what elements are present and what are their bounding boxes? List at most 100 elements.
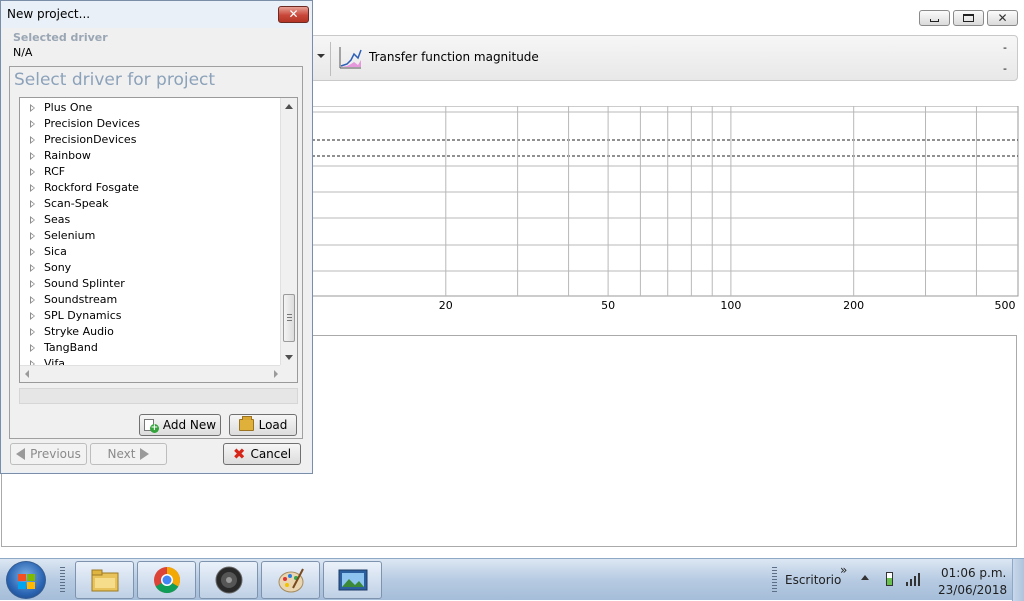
taskbar-gripper[interactable] xyxy=(60,567,65,593)
arrow-left-icon xyxy=(16,448,26,460)
start-button[interactable] xyxy=(6,561,46,599)
tree-item[interactable]: Plus One xyxy=(20,100,282,116)
load-button[interactable]: Load xyxy=(229,414,297,436)
scroll-right-icon[interactable] xyxy=(274,370,278,378)
scrollbar-thumb[interactable] xyxy=(283,294,295,342)
vertical-scrollbar[interactable] xyxy=(280,98,297,366)
tree-item-label: Stryke Audio xyxy=(44,325,114,338)
close-window-button[interactable]: ✕ xyxy=(987,10,1018,26)
expand-arrow-icon[interactable] xyxy=(30,248,35,256)
picture-icon xyxy=(338,569,367,591)
taskbar-explorer[interactable] xyxy=(75,561,134,599)
x-tick-label: 500 xyxy=(995,299,1016,312)
tree-item[interactable]: Sound Splinter xyxy=(20,276,282,292)
taskbar-chrome[interactable] xyxy=(137,561,196,599)
next-button[interactable]: Next xyxy=(90,443,167,465)
clock-date[interactable]: 23/06/2018 xyxy=(938,583,1007,597)
tree-item[interactable]: Sony xyxy=(20,260,282,276)
tree-item[interactable]: SPL Dynamics xyxy=(20,308,282,324)
chevron-down-icon[interactable] xyxy=(317,54,325,58)
minimize-icon xyxy=(930,19,939,22)
maximize-button[interactable] xyxy=(953,10,984,26)
chrome-icon xyxy=(153,567,180,594)
next-label: Next xyxy=(107,447,136,461)
new-project-dialog: New project... ✕ Selected driver N/A Sel… xyxy=(0,0,313,474)
tree-item[interactable]: Scan-Speak xyxy=(20,196,282,212)
expand-arrow-icon[interactable] xyxy=(30,280,35,288)
scroll-down-icon[interactable] xyxy=(285,355,293,360)
expand-arrow-icon[interactable] xyxy=(30,120,35,128)
tree-item-label: Scan-Speak xyxy=(44,197,109,210)
windows-logo-icon xyxy=(18,574,26,581)
show-desktop-button[interactable] xyxy=(1012,559,1024,601)
tree-item[interactable]: Stryke Audio xyxy=(20,324,282,340)
tree-item-label: SPL Dynamics xyxy=(44,309,122,322)
taskbar-speaker-app[interactable] xyxy=(199,561,258,599)
scroll-up-icon[interactable] xyxy=(285,104,293,109)
progress-strip xyxy=(19,388,298,404)
tree-item[interactable]: Rainbow xyxy=(20,148,282,164)
tree-item[interactable]: RCF xyxy=(20,164,282,180)
desktop-toolbar-label[interactable]: Escritorio xyxy=(785,573,841,587)
speaker-icon xyxy=(215,566,242,594)
tree-item[interactable]: TangBand xyxy=(20,340,282,356)
add-new-button[interactable]: + Add New xyxy=(139,414,221,436)
expand-arrow-icon[interactable] xyxy=(30,168,35,176)
dialog-close-button[interactable]: ✕ xyxy=(278,6,309,23)
network-signal-icon[interactable] xyxy=(905,572,923,586)
x-tick-label: 100 xyxy=(720,299,741,312)
tree-item-label: RCF xyxy=(44,165,66,178)
tree-item[interactable]: PrecisionDevices xyxy=(20,132,282,148)
expand-arrow-icon[interactable] xyxy=(30,216,35,224)
transfer-function-plot: 20 50 100 200 500 xyxy=(311,105,1019,320)
driver-tree: Plus One Precision Devices PrecisionDevice… xyxy=(19,97,298,383)
expand-arrow-icon[interactable] xyxy=(30,232,35,240)
tree-item[interactable]: Precision Devices xyxy=(20,116,282,132)
select-driver-group: Select driver for project Plus One Precis… xyxy=(9,66,303,439)
clock-time[interactable]: 01:06 p.m. xyxy=(941,566,1006,580)
expand-arrow-icon[interactable] xyxy=(30,328,35,336)
tree-item-label: Sica xyxy=(44,245,67,258)
tree-item[interactable]: Seas xyxy=(20,212,282,228)
expand-arrow-icon[interactable] xyxy=(30,152,35,160)
previous-button[interactable]: Previous xyxy=(10,443,87,465)
close-icon: ✕ xyxy=(288,7,299,21)
tree-item[interactable]: Soundstream xyxy=(20,292,282,308)
tree-item[interactable]: Selenium xyxy=(20,228,282,244)
load-label: Load xyxy=(258,418,288,432)
show-hidden-icons-icon[interactable] xyxy=(861,575,869,580)
tree-item[interactable]: Sica xyxy=(20,244,282,260)
tree-item-label: Sony xyxy=(44,261,72,274)
chart-icon[interactable] xyxy=(337,44,363,72)
transfer-function-label[interactable]: Transfer function magnitude xyxy=(369,50,539,64)
dialog-titlebar: New project... ✕ xyxy=(1,1,312,28)
selected-driver-value: N/A xyxy=(13,46,33,59)
driver-tree-list: Plus One Precision Devices PrecisionDevice… xyxy=(20,100,282,366)
battery-icon[interactable] xyxy=(886,572,893,586)
maximize-icon xyxy=(963,14,974,22)
taskbar-paint[interactable] xyxy=(261,561,320,599)
expand-arrow-icon[interactable] xyxy=(30,104,35,112)
expand-arrow-icon[interactable] xyxy=(30,264,35,272)
tree-item[interactable]: Rockford Fosgate xyxy=(20,180,282,196)
horizontal-scrollbar[interactable] xyxy=(20,365,282,382)
close-icon: ✕ xyxy=(997,11,1008,25)
expand-arrow-icon[interactable] xyxy=(30,312,35,320)
toolbar-chevron-icon[interactable]: » xyxy=(840,563,847,577)
expand-arrow-icon[interactable] xyxy=(30,184,35,192)
cancel-button[interactable]: ✖ Cancel xyxy=(223,443,301,465)
expand-arrow-icon[interactable] xyxy=(30,344,35,352)
x-tick-label: 200 xyxy=(843,299,864,312)
toolbar-value-bottom: - xyxy=(1003,62,1007,75)
scroll-left-icon[interactable] xyxy=(25,370,29,378)
tree-item-label: Selenium xyxy=(44,229,96,242)
taskbar-photo-viewer[interactable] xyxy=(323,561,382,599)
expand-arrow-icon[interactable] xyxy=(30,200,35,208)
tray-gripper[interactable] xyxy=(772,567,777,593)
tree-item-label: PrecisionDevices xyxy=(44,133,137,146)
minimize-button[interactable] xyxy=(919,10,950,26)
tree-item-label: Rockford Fosgate xyxy=(44,181,139,194)
expand-arrow-icon[interactable] xyxy=(30,136,35,144)
expand-arrow-icon[interactable] xyxy=(30,296,35,304)
previous-label: Previous xyxy=(30,447,81,461)
